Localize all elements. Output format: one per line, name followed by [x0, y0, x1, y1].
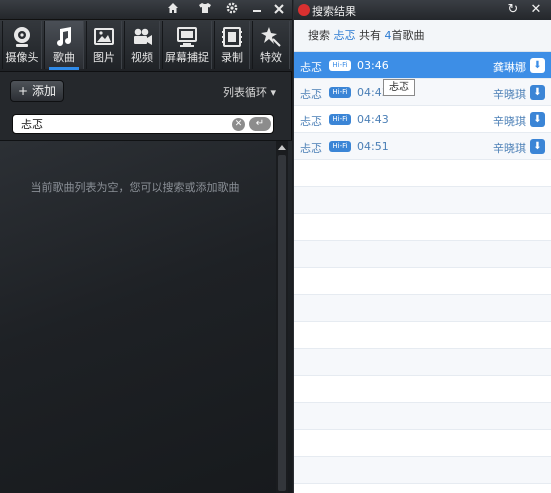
scroll-track[interactable] — [278, 155, 286, 491]
summary-query: 忐忑 — [333, 29, 356, 42]
search-summary: 搜索 忐忑 共有 4首歌曲 — [294, 20, 551, 52]
add-song-label: 添加 — [31, 84, 56, 98]
empty-playlist-message: 当前歌曲列表为空，您可以搜索或添加歌曲 — [30, 181, 240, 194]
hifi-badge: Hi-Fi — [329, 114, 351, 125]
chevron-down-icon: ▾ — [270, 86, 276, 99]
loop-mode-label: 列表循环 — [222, 86, 267, 99]
result-song-name: 忐忑 — [300, 115, 322, 128]
list-control-bar: + 添加 列表循环 ▾ — [0, 73, 292, 109]
tab-record-label: 录制 — [221, 51, 243, 64]
add-song-button[interactable]: + 添加 — [10, 80, 64, 102]
tab-effects-label: 特效 — [260, 51, 282, 64]
empty-row — [294, 214, 551, 241]
left-title-bar — [0, 0, 292, 20]
song-search-input[interactable] — [21, 116, 231, 132]
summary-prefix: 搜索 — [308, 29, 330, 42]
search-go-button[interactable]: ↵ — [249, 117, 271, 131]
result-duration: 04:43 — [357, 113, 389, 126]
result-artist: 辛晓琪 — [493, 88, 526, 101]
skin-icon[interactable] — [196, 2, 214, 18]
empty-row — [294, 349, 551, 376]
search-results-title-bar: 搜索结果 ↻ ✕ — [294, 0, 551, 20]
empty-row — [294, 430, 551, 457]
tab-video-label: 视频 — [131, 51, 153, 64]
tab-webcam[interactable]: 摄像头 — [2, 21, 42, 69]
results-list: 忐忑 Hi-Fi 03:46 龚琳娜 ⬇ 忐忑 Hi-Fi 04:43 辛晓琪 … — [294, 52, 551, 493]
download-icon[interactable]: ⬇ — [530, 139, 545, 154]
loop-mode-dropdown[interactable]: 列表循环 ▾ — [223, 84, 276, 100]
summary-middle: 共有 — [359, 29, 381, 42]
empty-row — [294, 241, 551, 268]
empty-row — [294, 268, 551, 295]
result-row[interactable]: 忐忑 Hi-Fi 04:43 辛晓琪 ⬇ — [294, 79, 551, 106]
download-icon[interactable]: ⬇ — [530, 58, 545, 73]
close-results-icon[interactable]: ✕ — [527, 1, 545, 19]
settings-icon[interactable] — [223, 2, 241, 18]
app-window: 摄像头 歌曲 图片 视频 屏幕捕捉 录制 特效 + 添加 列表循环 ▾ 忐忑 ✕… — [0, 0, 551, 493]
tab-video[interactable]: 视频 — [124, 21, 160, 69]
video-icon — [125, 25, 159, 51]
tab-effects[interactable]: 特效 — [252, 21, 290, 69]
result-row[interactable]: 忐忑 Hi-Fi 04:51 辛晓琪 ⬇ — [294, 133, 551, 160]
result-song-name: 忐忑 — [300, 61, 322, 74]
minimize-icon[interactable] — [248, 2, 266, 18]
tab-songs-label: 歌曲 — [53, 51, 75, 64]
result-artist: 辛晓琪 — [493, 115, 526, 128]
tab-songs[interactable]: 歌曲 — [44, 21, 84, 70]
screen-capture-icon — [163, 25, 211, 51]
image-icon — [87, 25, 121, 51]
download-icon[interactable]: ⬇ — [530, 85, 545, 100]
hifi-badge: Hi-Fi — [329, 141, 351, 152]
playlist-area: 当前歌曲列表为空，您可以搜索或添加歌曲 — [0, 140, 292, 493]
result-artist: 龚琳娜 — [493, 61, 526, 74]
summary-count: 4 — [384, 29, 392, 42]
music-note-icon — [45, 25, 83, 51]
search-results-title: 搜索结果 — [312, 5, 356, 18]
result-song-name: 忐忑 — [300, 142, 322, 155]
result-duration: 03:46 — [357, 59, 389, 72]
empty-row — [294, 187, 551, 214]
empty-row — [294, 160, 551, 187]
tab-images-label: 图片 — [93, 51, 115, 64]
result-song-name: 忐忑 — [300, 88, 322, 101]
tooltip: 忐忑 — [383, 79, 415, 96]
empty-row — [294, 295, 551, 322]
download-icon[interactable]: ⬇ — [530, 112, 545, 127]
empty-row — [294, 322, 551, 349]
clear-search-icon[interactable]: ✕ — [232, 118, 245, 131]
tab-webcam-label: 摄像头 — [5, 51, 39, 64]
refresh-icon[interactable]: ↻ — [504, 1, 522, 19]
empty-row — [294, 376, 551, 403]
song-search-box: ✕ ↵ — [12, 114, 274, 134]
plus-icon: + — [18, 84, 29, 98]
tab-screen-capture-label: 屏幕捕捉 — [165, 51, 209, 64]
record-icon — [215, 25, 249, 51]
hifi-badge: Hi-Fi — [329, 60, 351, 71]
hifi-badge: Hi-Fi — [329, 87, 351, 98]
empty-row — [294, 403, 551, 430]
tab-record[interactable]: 录制 — [214, 21, 250, 69]
summary-suffix: 首歌曲 — [391, 29, 425, 42]
result-duration: 04:51 — [357, 140, 389, 153]
result-artist: 辛晓琪 — [493, 142, 526, 155]
left-panel: 摄像头 歌曲 图片 视频 屏幕捕捉 录制 特效 + 添加 列表循环 ▾ 忐忑 ✕… — [0, 0, 292, 493]
tab-images[interactable]: 图片 — [86, 21, 122, 69]
scroll-up-icon[interactable] — [278, 145, 286, 150]
home-icon[interactable] — [164, 2, 182, 18]
search-results-panel: 搜索结果 ↻ ✕ 搜索 忐忑 共有 4首歌曲 忐忑 Hi-Fi 03:46 龚琳… — [293, 0, 551, 493]
empty-row — [294, 457, 551, 484]
playlist-scrollbar[interactable] — [276, 141, 288, 493]
webcam-icon — [3, 25, 41, 51]
result-row[interactable]: 忐忑 Hi-Fi 04:43 辛晓琪 ⬇ — [294, 106, 551, 133]
app-logo-icon — [298, 4, 310, 16]
main-toolbar: 摄像头 歌曲 图片 视频 屏幕捕捉 录制 特效 — [0, 20, 292, 72]
result-row[interactable]: 忐忑 Hi-Fi 03:46 龚琳娜 ⬇ — [294, 52, 551, 79]
close-icon[interactable] — [270, 2, 288, 18]
effects-icon — [253, 25, 289, 51]
tab-screen-capture[interactable]: 屏幕捕捉 — [162, 21, 212, 69]
